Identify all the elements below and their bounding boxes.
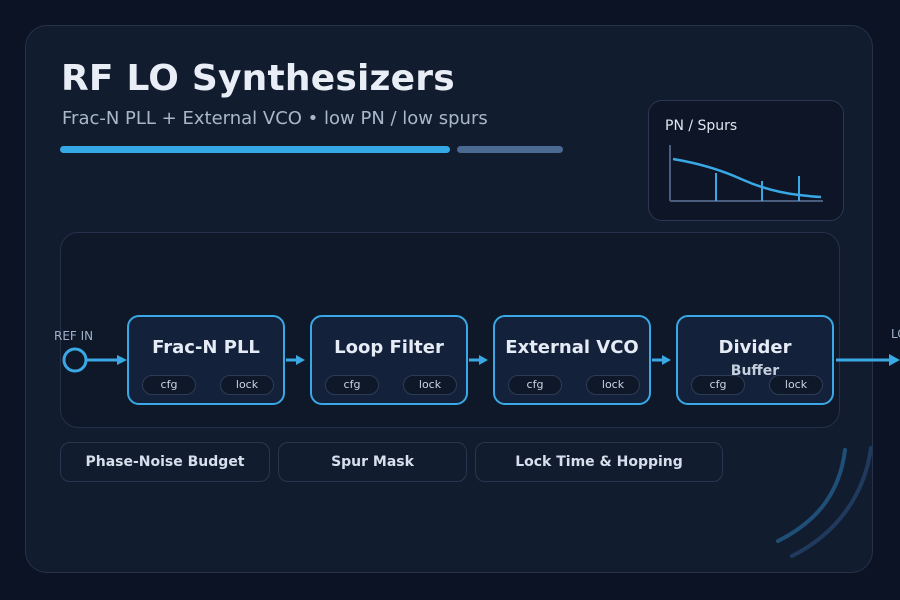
ref-in-label: REF IN: [54, 329, 94, 343]
lock-button[interactable]: lock: [769, 375, 823, 395]
lock-button[interactable]: lock: [586, 375, 640, 395]
block-title: Frac-N PLL: [152, 337, 260, 358]
block-external-vco[interactable]: External VCO cfg lock: [493, 315, 651, 405]
lock-button[interactable]: lock: [220, 375, 274, 395]
tab-lock-time-hopping[interactable]: Lock Time & Hopping: [475, 442, 723, 482]
block-frac-n-pll[interactable]: Frac-N PLL cfg lock: [127, 315, 285, 405]
lock-button[interactable]: lock: [403, 375, 457, 395]
block-title: Loop Filter: [334, 337, 444, 358]
tab-phase-noise-budget[interactable]: Phase-Noise Budget: [60, 442, 270, 482]
cfg-button[interactable]: cfg: [142, 375, 196, 395]
accent-bar: [60, 146, 450, 153]
block-title: External VCO: [505, 337, 639, 358]
page-title: RF LO Synthesizers: [61, 58, 455, 99]
tab-spur-mask[interactable]: Spur Mask: [278, 442, 467, 482]
block-divider-buffer[interactable]: Divider Buffer cfg lock: [676, 315, 834, 405]
block-loop-filter[interactable]: Loop Filter cfg lock: [310, 315, 468, 405]
cfg-button[interactable]: cfg: [325, 375, 379, 395]
cfg-button[interactable]: cfg: [691, 375, 745, 395]
pn-spurs-sparkline: [669, 145, 823, 202]
accent-bar-secondary: [457, 146, 563, 153]
block-title: Divider: [718, 337, 792, 358]
cfg-button[interactable]: cfg: [508, 375, 562, 395]
lo-out-label: LO: [891, 327, 900, 341]
page-subtitle: Frac-N PLL + External VCO • low PN / low…: [62, 108, 488, 129]
pn-spurs-thumbnail[interactable]: PN / Spurs: [648, 100, 844, 221]
arrow-head: [889, 354, 900, 366]
